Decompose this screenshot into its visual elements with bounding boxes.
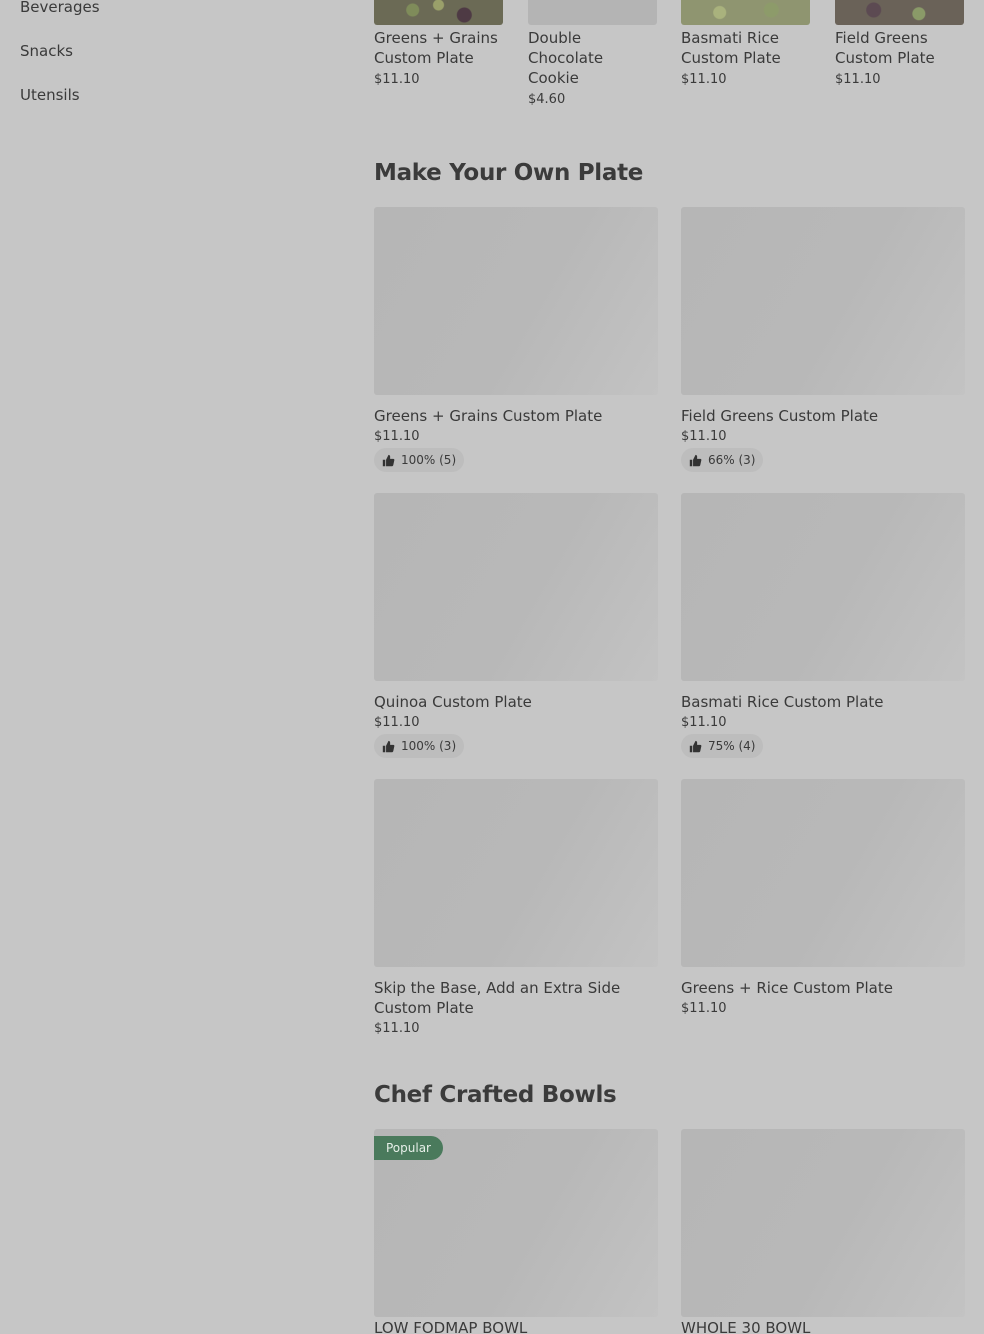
- rating-badge: 75% (4): [681, 734, 764, 758]
- menu-item-card[interactable]: Greens + Rice Custom Plate $11.10: [681, 779, 965, 1016]
- item-image: [374, 493, 658, 681]
- menu-item-card[interactable]: Basmati Rice Custom Plate $11.10 75% (4): [681, 493, 965, 758]
- rating-badge: 100% (3): [374, 734, 465, 758]
- rating-text: 75% (4): [708, 739, 756, 753]
- item-name: Basmati Rice Custom Plate: [681, 29, 781, 67]
- item-name: Greens + Grains Custom Plate: [374, 407, 603, 425]
- thumbs-up-icon: [689, 740, 702, 752]
- section-title-chef-crafted: Chef Crafted Bowls: [374, 1082, 617, 1108]
- item-name: WHOLE 30 BOWL: [681, 1319, 811, 1334]
- item-name: Field Greens Custom Plate: [835, 29, 935, 67]
- thumbs-up-icon: [689, 454, 702, 466]
- menu-item-card[interactable]: Skip the Base, Add an Extra Side Custom …: [374, 779, 658, 1036]
- thumbs-up-icon: [382, 454, 395, 466]
- section-title-make-your-own: Make Your Own Plate: [374, 160, 644, 186]
- menu-item-card[interactable]: Field Greens Custom Plate $11.10 66% (3): [681, 207, 965, 472]
- rating-text: 100% (5): [401, 453, 457, 467]
- item-price: $11.10: [681, 715, 727, 730]
- item-image: [374, 779, 658, 967]
- item-name: Greens + Rice Custom Plate: [681, 979, 893, 997]
- item-price: $11.10: [835, 72, 881, 87]
- menu-item-card[interactable]: [681, 1129, 965, 1317]
- item-image: [374, 207, 658, 395]
- item-name: Quinoa Custom Plate: [374, 693, 532, 711]
- item-price: $11.10: [681, 429, 727, 444]
- item-image: [374, 0, 503, 25]
- item-image: [681, 779, 965, 967]
- item-name: LOW FODMAP BOWL: [374, 1319, 528, 1334]
- item-price: $11.10: [374, 72, 420, 87]
- menu-item-card[interactable]: Quinoa Custom Plate $11.10 100% (3): [374, 493, 658, 758]
- item-price: $11.10: [681, 1001, 727, 1016]
- rating-text: 66% (3): [708, 453, 756, 467]
- item-image: [681, 493, 965, 681]
- rating-text: 100% (3): [401, 739, 457, 753]
- item-name: Basmati Rice Custom Plate: [681, 693, 884, 711]
- item-price: $11.10: [681, 72, 727, 87]
- item-name: Skip the Base, Add an Extra Side Custom …: [374, 979, 621, 1017]
- item-price: $11.10: [374, 715, 420, 730]
- menu-item-card[interactable]: Popular: [374, 1129, 658, 1317]
- sidebar-item-beverages[interactable]: Beverages: [20, 0, 100, 16]
- item-image: Popular: [374, 1129, 658, 1317]
- item-image: [528, 0, 657, 25]
- item-image: [681, 207, 965, 395]
- item-image: [681, 1129, 965, 1317]
- thumbs-up-icon: [382, 740, 395, 752]
- item-name: Field Greens Custom Plate: [681, 407, 879, 425]
- item-image: [835, 0, 964, 25]
- item-price: $4.60: [528, 92, 566, 107]
- item-price: $11.10: [374, 429, 420, 444]
- item-image: [681, 0, 810, 25]
- menu-item-card[interactable]: Greens + Grains Custom Plate $11.10 100%…: [374, 207, 658, 472]
- item-name: Double Chocolate Cookie: [528, 29, 604, 87]
- sidebar-item-utensils[interactable]: Utensils: [20, 86, 80, 104]
- item-name: Greens + Grains Custom Plate: [374, 29, 498, 67]
- sidebar-item-snacks[interactable]: Snacks: [20, 42, 73, 60]
- rating-badge: 66% (3): [681, 448, 764, 472]
- item-price: $11.10: [374, 1021, 420, 1036]
- rating-badge: 100% (5): [374, 448, 465, 472]
- popular-badge: Popular: [374, 1136, 443, 1160]
